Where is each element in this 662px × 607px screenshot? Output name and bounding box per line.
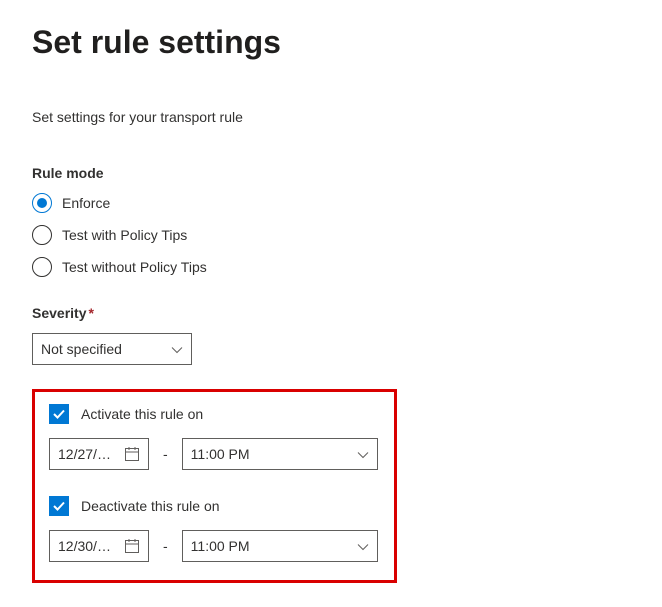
radio-test-with-tips[interactable]: Test with Policy Tips [32,225,630,245]
page-subtitle: Set settings for your transport rule [32,109,630,125]
date-range-highlight: Activate this rule on 12/27/2… - 11:00 P… [32,389,397,583]
radio-label: Enforce [62,195,110,211]
deactivate-label: Deactivate this rule on [81,498,220,514]
radio-icon [32,225,52,245]
chevron-down-icon [357,448,369,460]
deactivate-date-input[interactable]: 12/30/2… [49,530,149,562]
activate-daterow: 12/27/2… - 11:00 PM [49,438,380,470]
activate-time-value: 11:00 PM [191,446,250,462]
deactivate-checkbox-row[interactable]: Deactivate this rule on [49,496,380,516]
rule-mode-group: Enforce Test with Policy Tips Test witho… [32,193,630,277]
deactivate-date-value: 12/30/2… [58,538,118,554]
checkbox-checked-icon [49,404,69,424]
deactivate-time-value: 11:00 PM [191,538,250,554]
chevron-down-icon [171,343,183,355]
activate-date-value: 12/27/2… [58,446,118,462]
activate-label: Activate this rule on [81,406,203,422]
deactivate-daterow: 12/30/2… - 11:00 PM [49,530,380,562]
severity-select[interactable]: Not specified [32,333,192,365]
severity-value: Not specified [41,341,122,357]
severity-label: Severity* [32,305,630,321]
chevron-down-icon [357,540,369,552]
activate-checkbox-row[interactable]: Activate this rule on [49,404,380,424]
activate-dash: - [163,446,168,462]
radio-test-without-tips[interactable]: Test without Policy Tips [32,257,630,277]
calendar-icon [124,538,140,554]
activate-date-input[interactable]: 12/27/2… [49,438,149,470]
radio-label: Test without Policy Tips [62,259,207,275]
rule-mode-label: Rule mode [32,165,630,181]
radio-icon [32,193,52,213]
checkbox-checked-icon [49,496,69,516]
required-mark: * [88,305,93,321]
radio-enforce[interactable]: Enforce [32,193,630,213]
page-title: Set rule settings [32,24,630,61]
deactivate-dash: - [163,538,168,554]
radio-icon [32,257,52,277]
deactivate-time-select[interactable]: 11:00 PM [182,530,378,562]
radio-label: Test with Policy Tips [62,227,187,243]
activate-time-select[interactable]: 11:00 PM [182,438,378,470]
calendar-icon [124,446,140,462]
